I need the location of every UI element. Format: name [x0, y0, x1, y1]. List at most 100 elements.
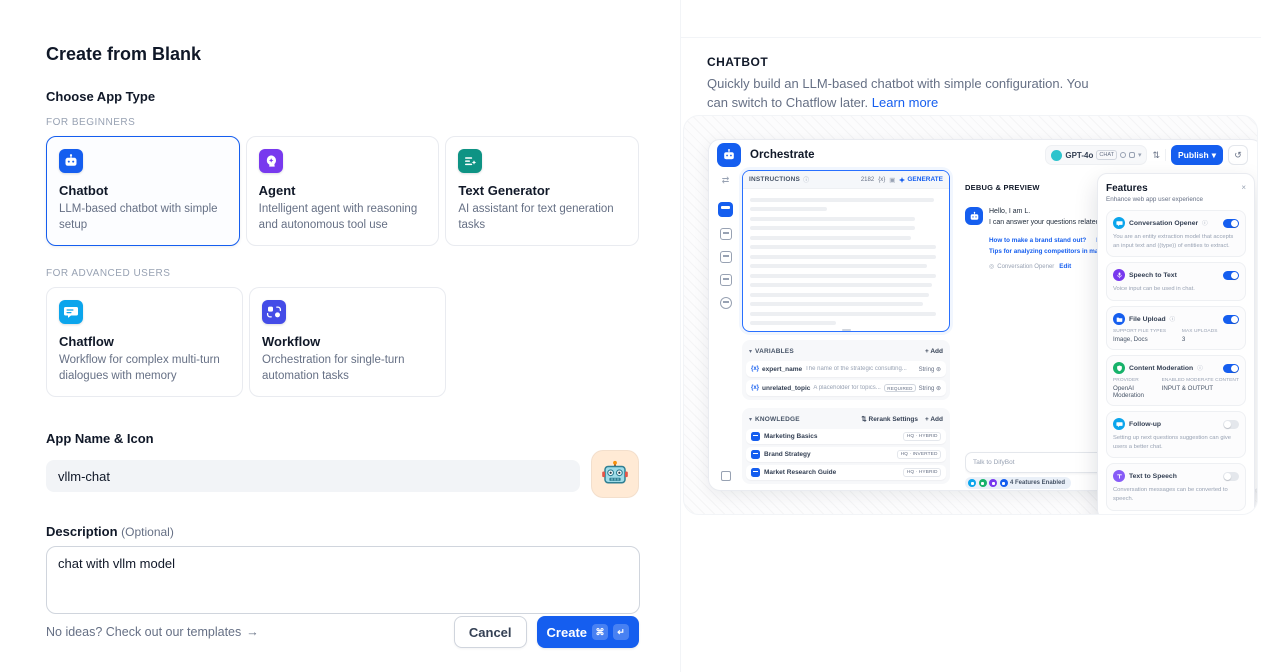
optional-label: (Optional) [121, 525, 174, 539]
feature-content-moderation: Content Moderation ⓘ PROVIDEROpenAI Mode… [1106, 355, 1246, 406]
cancel-button[interactable]: Cancel [454, 616, 527, 648]
shield-icon [1113, 362, 1125, 374]
orchestrate-title: Orchestrate [750, 149, 815, 161]
info-icon: ⓘ [1202, 219, 1208, 227]
copy-icon: ▣ [889, 176, 895, 184]
app-name-label: App Name & Icon [46, 431, 639, 446]
chatflow-icon [59, 300, 83, 324]
feature-speech-to-text: Speech to Text Voice input can be used i… [1106, 262, 1246, 301]
create-button[interactable]: Create ⌘ ↵ [537, 616, 639, 648]
card-title: Text Generator [458, 183, 626, 198]
card-desc: Intelligent agent with reasoning and aut… [259, 202, 427, 233]
group-label-advanced: FOR ADVANCED USERS [46, 268, 639, 279]
app-type-card-chatbot[interactable]: Chatbot LLM-based chatbot with simple se… [46, 136, 240, 246]
templates-link[interactable]: No ideas? Check out our templates → [46, 625, 259, 639]
knowledge-row: Brand Strategy HQ · INVERTED [746, 447, 946, 462]
agent-icon [259, 149, 283, 173]
knowledge-row: Marketing Basics HQ · HYBRID [746, 429, 946, 444]
knowledge-row: Market Research Guide HQ · HYBRID [746, 465, 946, 480]
greeting-line: I can answer your questions related [989, 218, 1110, 229]
resize-handle [842, 329, 851, 331]
preview-description: Quickly build an LLM-based chatbot with … [707, 75, 1107, 113]
feature-dot-icon [968, 479, 976, 487]
chatbot-icon [59, 149, 83, 173]
card-desc: LLM-based chatbot with simple setup [59, 202, 227, 233]
card-desc: Orchestration for single-turn automation… [262, 353, 433, 384]
caret-down-icon: ▾ [749, 416, 752, 423]
retrieval-badge: HQ · INVERTED [897, 450, 941, 459]
instructions-panel: INSTRUCTIONS ⓘ 2182 {x} ▣ GENERATE [742, 170, 950, 332]
opener-icon: ◎ [989, 263, 994, 270]
cmd-key-icon: ⌘ [592, 624, 608, 640]
chat-bubble-icon [1113, 217, 1125, 229]
feature-conversation-opener: Conversation Opener ⓘ You are an entity … [1106, 210, 1246, 257]
swap-icon: ⇄ [722, 175, 730, 186]
history-button: ↺ [1228, 145, 1248, 165]
sliders-icon: ⇅ [1152, 150, 1160, 161]
app-type-card-agent[interactable]: Agent Intelligent agent with reasoning a… [246, 136, 440, 246]
add-knowledge-button: + Add [925, 416, 943, 423]
caret-down-icon: ▾ [749, 348, 752, 355]
variable-insert-icon: {x} [878, 177, 885, 183]
image-nav-icon [720, 228, 732, 240]
text-generator-icon [458, 149, 482, 173]
toggle [1223, 472, 1239, 481]
instructions-label: INSTRUCTIONS [749, 176, 800, 183]
retrieval-badge: HQ · HYBRID [903, 432, 941, 441]
variable-icon: {x} [751, 366, 759, 372]
variable-row: {x} unrelated_topic A placeholder for to… [746, 380, 946, 396]
note-nav-icon [720, 274, 732, 286]
document-nav-icon [720, 251, 732, 263]
description-textarea[interactable]: chat with vllm model [46, 546, 640, 614]
toggle [1223, 219, 1239, 228]
info-icon: ⓘ [1197, 364, 1203, 372]
preview-image-container: Orchestrate GPT-4o CHAT ▾ ⇅ Publish ▾ [683, 115, 1258, 515]
features-enabled-badge: 4 Features Enabled [965, 477, 1071, 489]
dataset-icon [751, 432, 760, 441]
app-name-input[interactable] [46, 460, 580, 492]
learn-more-link[interactable]: Learn more [872, 95, 938, 110]
feature-dot-icon [989, 479, 997, 487]
model-selector: GPT-4o CHAT ▾ [1045, 145, 1147, 165]
app-icon-button[interactable] [591, 450, 639, 498]
description-label: Description (Optional) [46, 524, 639, 539]
folder-icon [1113, 313, 1125, 325]
microphone-icon [1113, 269, 1125, 281]
divider [1165, 149, 1166, 161]
info-icon: ⓘ [1170, 315, 1176, 323]
generate-button: GENERATE [899, 176, 943, 183]
globe-nav-icon [720, 297, 732, 309]
preview-sidebar-rail: ⇄ [709, 170, 742, 490]
edit-opener-link: Edit [1059, 263, 1071, 270]
variable-icon: {x} [751, 385, 759, 391]
chat-bubble-icon [1113, 418, 1125, 430]
app-type-card-chatflow[interactable]: Chatflow Workflow for complex multi-turn… [46, 287, 243, 397]
publish-button: Publish ▾ [1171, 145, 1223, 165]
chat-mode-badge: CHAT [1096, 150, 1117, 160]
card-title: Chatbot [59, 183, 227, 198]
chevron-down-icon: ▾ [1212, 150, 1216, 161]
bot-avatar [717, 143, 741, 167]
close-icon: × [1241, 183, 1246, 192]
card-title: Agent [259, 183, 427, 198]
toggle [1223, 271, 1239, 280]
feature-text-to-speech: Text to Speech Conversation messages can… [1106, 463, 1246, 510]
knowledge-section: ▾ KNOWLEDGE ⇅ Rerank Settings + Add Mark… [742, 408, 950, 484]
dataset-icon [751, 468, 760, 477]
card-title: Chatflow [59, 334, 230, 349]
char-count: 2182 [861, 177, 874, 183]
variables-section: ▾ VARIABLES + Add {x} expert_name The na… [742, 340, 950, 400]
instructions-skeleton [743, 189, 949, 329]
greeting-line: Hello, I am L. [989, 207, 1110, 218]
bot-avatar [965, 207, 983, 225]
rerank-icon: ⇅ [861, 416, 866, 423]
toggle [1223, 315, 1239, 324]
features-panel: Features × Enhance web app user experien… [1097, 173, 1255, 515]
suggested-question: How to make a brand stand out? [989, 237, 1086, 244]
mic-icon [1120, 152, 1126, 158]
orchestrate-nav-icon [718, 202, 733, 217]
card-title: Workflow [262, 334, 433, 349]
choose-app-type-label: Choose App Type [46, 89, 639, 104]
app-type-card-workflow[interactable]: Workflow Orchestration for single-turn a… [249, 287, 446, 397]
app-type-card-text-generator[interactable]: Text Generator AI assistant for text gen… [445, 136, 639, 246]
